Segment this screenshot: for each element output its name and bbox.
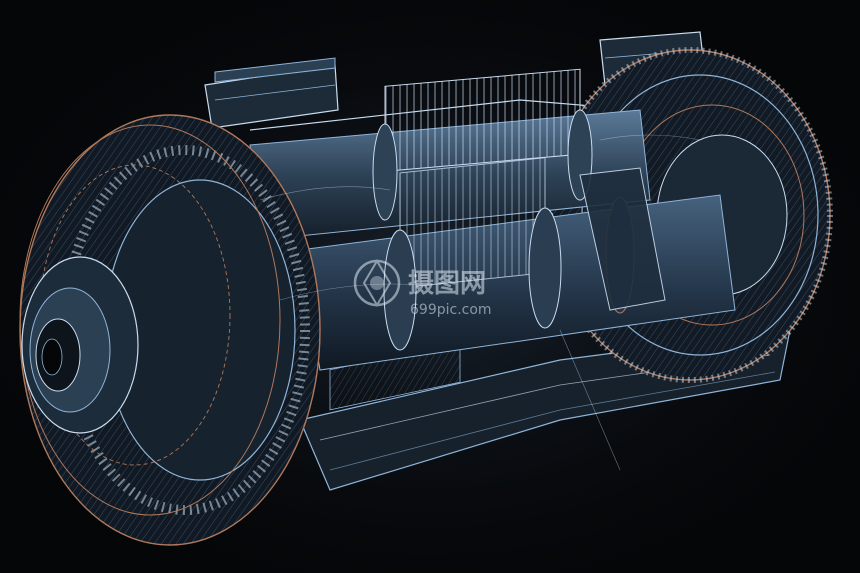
left-hub	[21, 256, 139, 434]
gearbox-wireframe-scene	[0, 0, 860, 573]
